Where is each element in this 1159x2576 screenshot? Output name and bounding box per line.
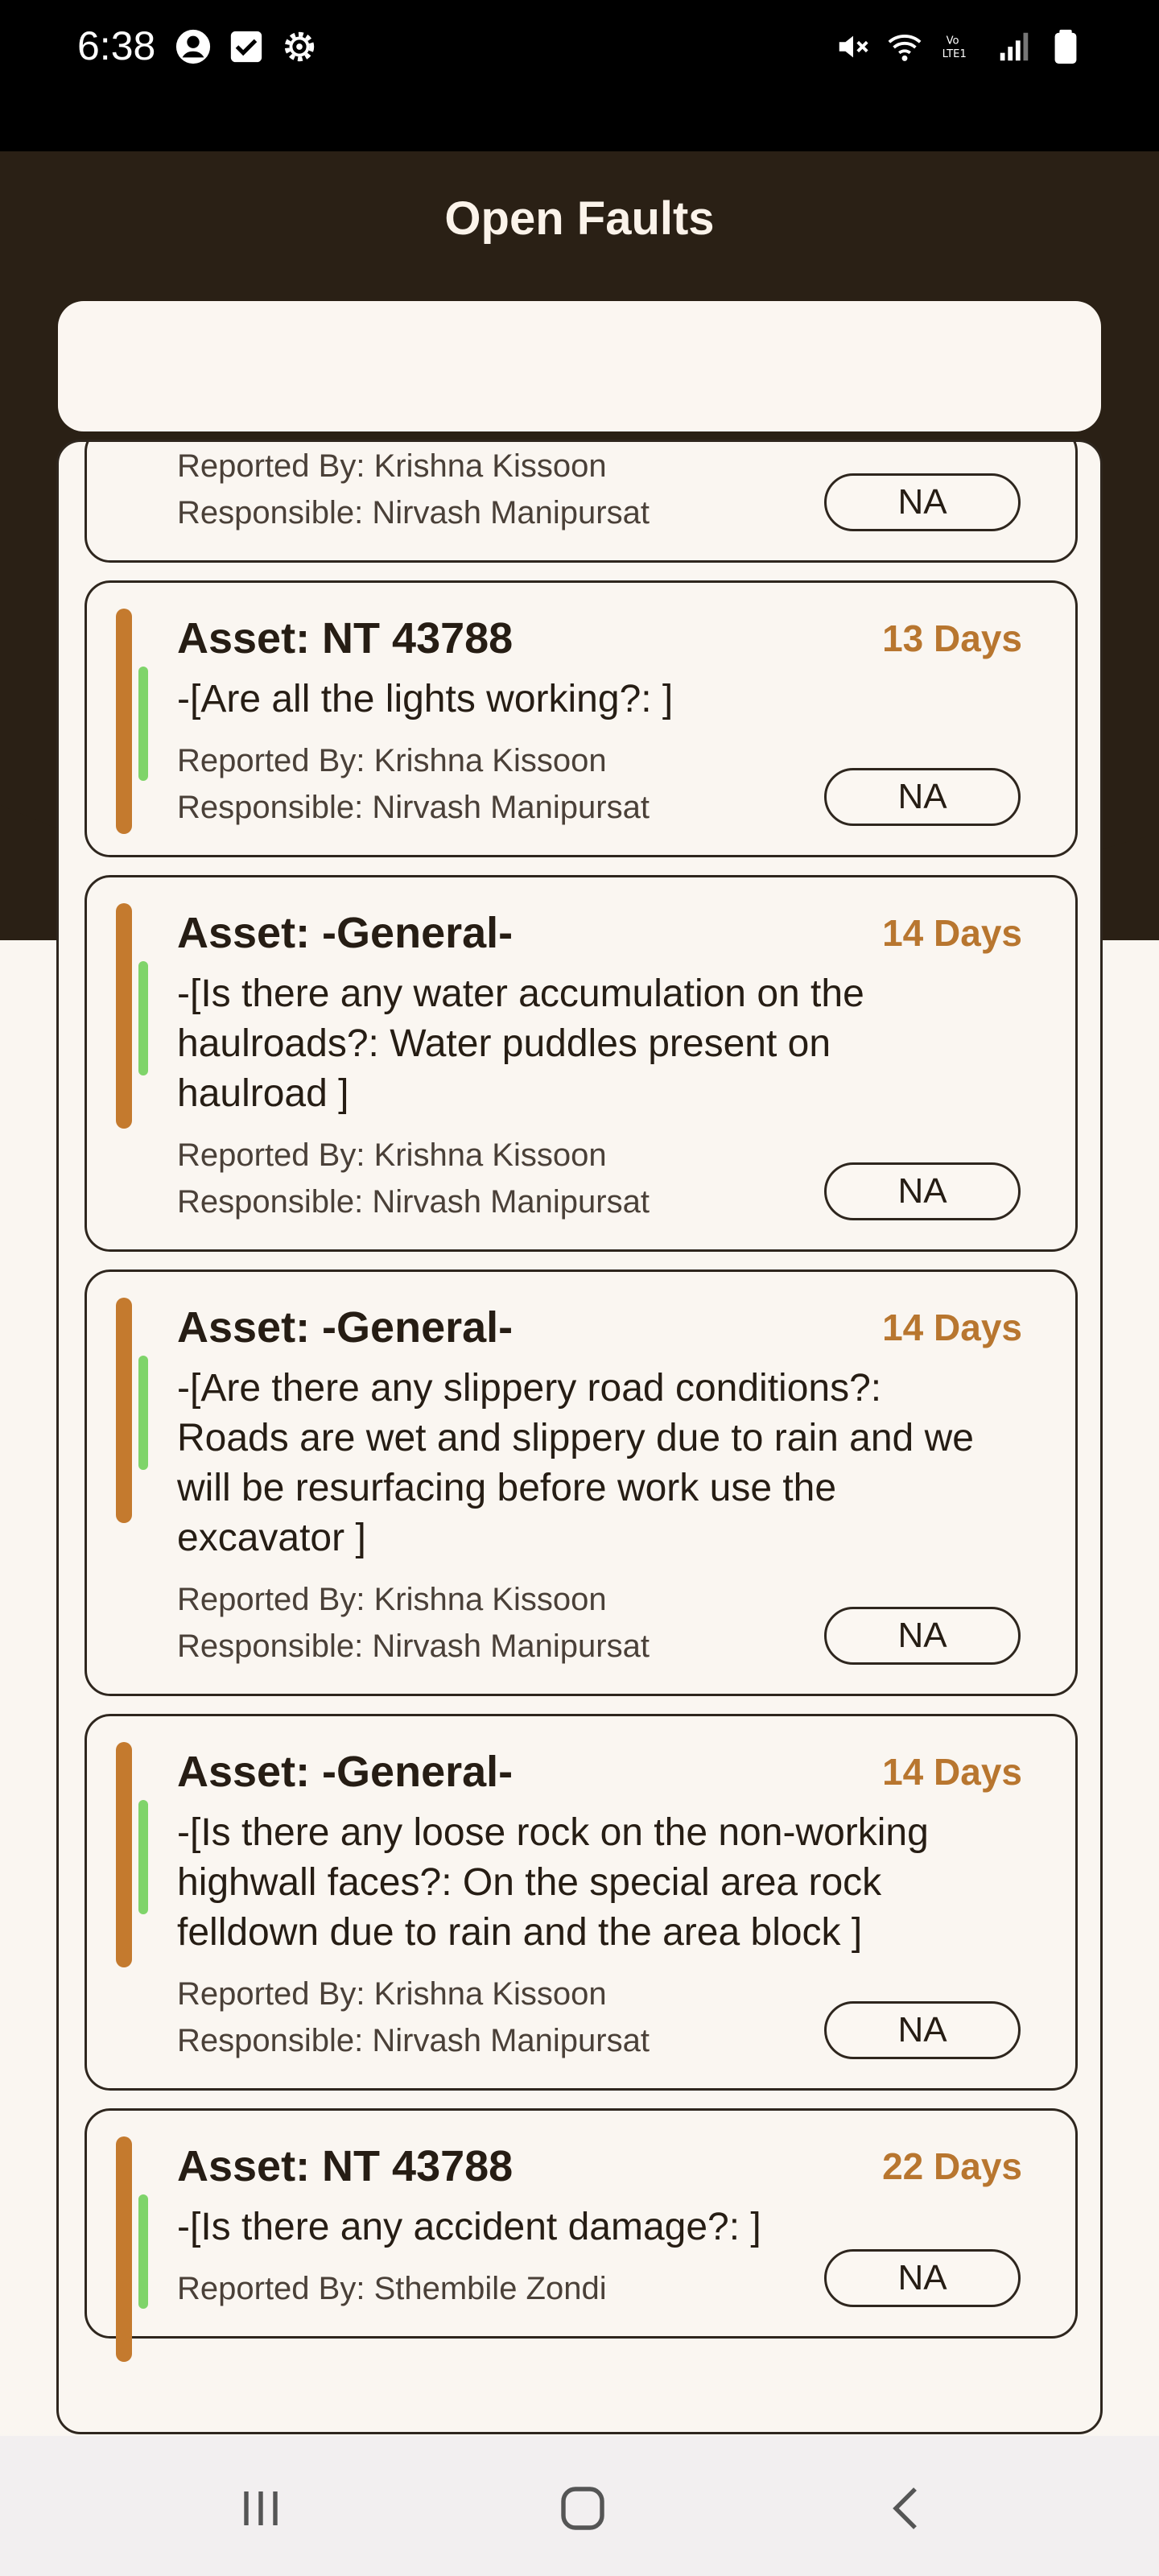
fault-age-days: 13 Days [882, 617, 1022, 659]
fault-age-days: 14 Days [882, 1751, 1022, 1793]
fault-age-days: 22 Days [882, 2145, 1022, 2187]
search-panel[interactable] [58, 301, 1101, 431]
status-left-icons [174, 27, 319, 66]
home-icon [561, 2487, 604, 2530]
fault-age-days: 14 Days [882, 912, 1022, 954]
status-right-icons: Vo LTE1 [834, 27, 1085, 66]
status-time: 6:38 [77, 23, 156, 68]
fault-status-indicator [138, 2194, 148, 2309]
back-icon [893, 2487, 917, 2529]
svg-text:LTE1: LTE1 [942, 48, 967, 60]
fault-question: -[Is there any water accumulation on the… [177, 972, 864, 1115]
fault-status-indicator [138, 961, 148, 1075]
fault-question: -[Are there any slippery road conditions… [177, 1367, 974, 1559]
battery-icon [1046, 27, 1085, 66]
fault-question: -[Is there any accident damage?: ] [177, 2206, 761, 2248]
fault-card[interactable]: 14 Days Asset: -General- -[Is there any … [85, 1714, 1078, 2091]
na-button[interactable]: NA [824, 2001, 1021, 2059]
fault-card[interactable]: 22 Days Asset: NT 43788 -[Is there any a… [85, 2108, 1078, 2362]
fault-card[interactable]: Reported By: Krishna Kissoon Responsible… [85, 442, 1078, 563]
na-button[interactable]: NA [824, 473, 1021, 531]
fault-status-indicator [138, 1356, 148, 1470]
na-button[interactable]: NA [824, 1162, 1021, 1220]
fault-priority-bar [116, 1742, 132, 1967]
fault-priority-bar [116, 1298, 132, 1523]
na-button[interactable]: NA [824, 1607, 1021, 1665]
fault-priority-bar [116, 903, 132, 1129]
recent-apps-icon [244, 2491, 278, 2525]
settings-gear-icon [280, 27, 319, 66]
volte-lte-icon: Vo LTE1 [937, 27, 982, 66]
account-circle-icon [174, 27, 212, 66]
na-button[interactable]: NA [824, 2249, 1021, 2307]
fault-priority-bar [116, 2136, 132, 2362]
status-bar: 6:38 Vo LTE1 [0, 0, 1159, 151]
fault-question: -[Is there any loose rock on the non-wor… [177, 1811, 929, 1954]
fault-list-scroll[interactable]: Reported By: Krishna Kissoon Responsible… [85, 442, 1078, 2362]
fault-age-days: 14 Days [882, 1307, 1022, 1348]
page-title: Open Faults [444, 192, 715, 245]
fault-card[interactable]: 13 Days Asset: NT 43788 -[Are all the li… [85, 580, 1078, 857]
signal-icon [995, 27, 1033, 66]
svg-text:Vo: Vo [947, 35, 959, 47]
na-button[interactable]: NA [824, 768, 1021, 826]
fault-status-indicator [138, 667, 148, 781]
fault-card[interactable]: 14 Days Asset: -General- -[Are there any… [85, 1269, 1078, 1696]
system-nav-bar [0, 2436, 1159, 2576]
recent-apps-button[interactable] [229, 2476, 293, 2541]
wifi-icon [885, 27, 924, 66]
back-button[interactable] [876, 2476, 940, 2541]
checkbox-icon [227, 27, 266, 66]
fault-card[interactable]: 14 Days Asset: -General- -[Is there any … [85, 875, 1078, 1252]
fault-priority-bar [116, 609, 132, 834]
fault-question: -[Are all the lights working?: ] [177, 678, 674, 720]
fault-status-indicator [138, 1800, 148, 1914]
mute-icon [834, 27, 872, 66]
home-button[interactable] [551, 2476, 615, 2541]
fault-list[interactable]: Reported By: Krishna Kissoon Responsible… [56, 440, 1103, 2434]
